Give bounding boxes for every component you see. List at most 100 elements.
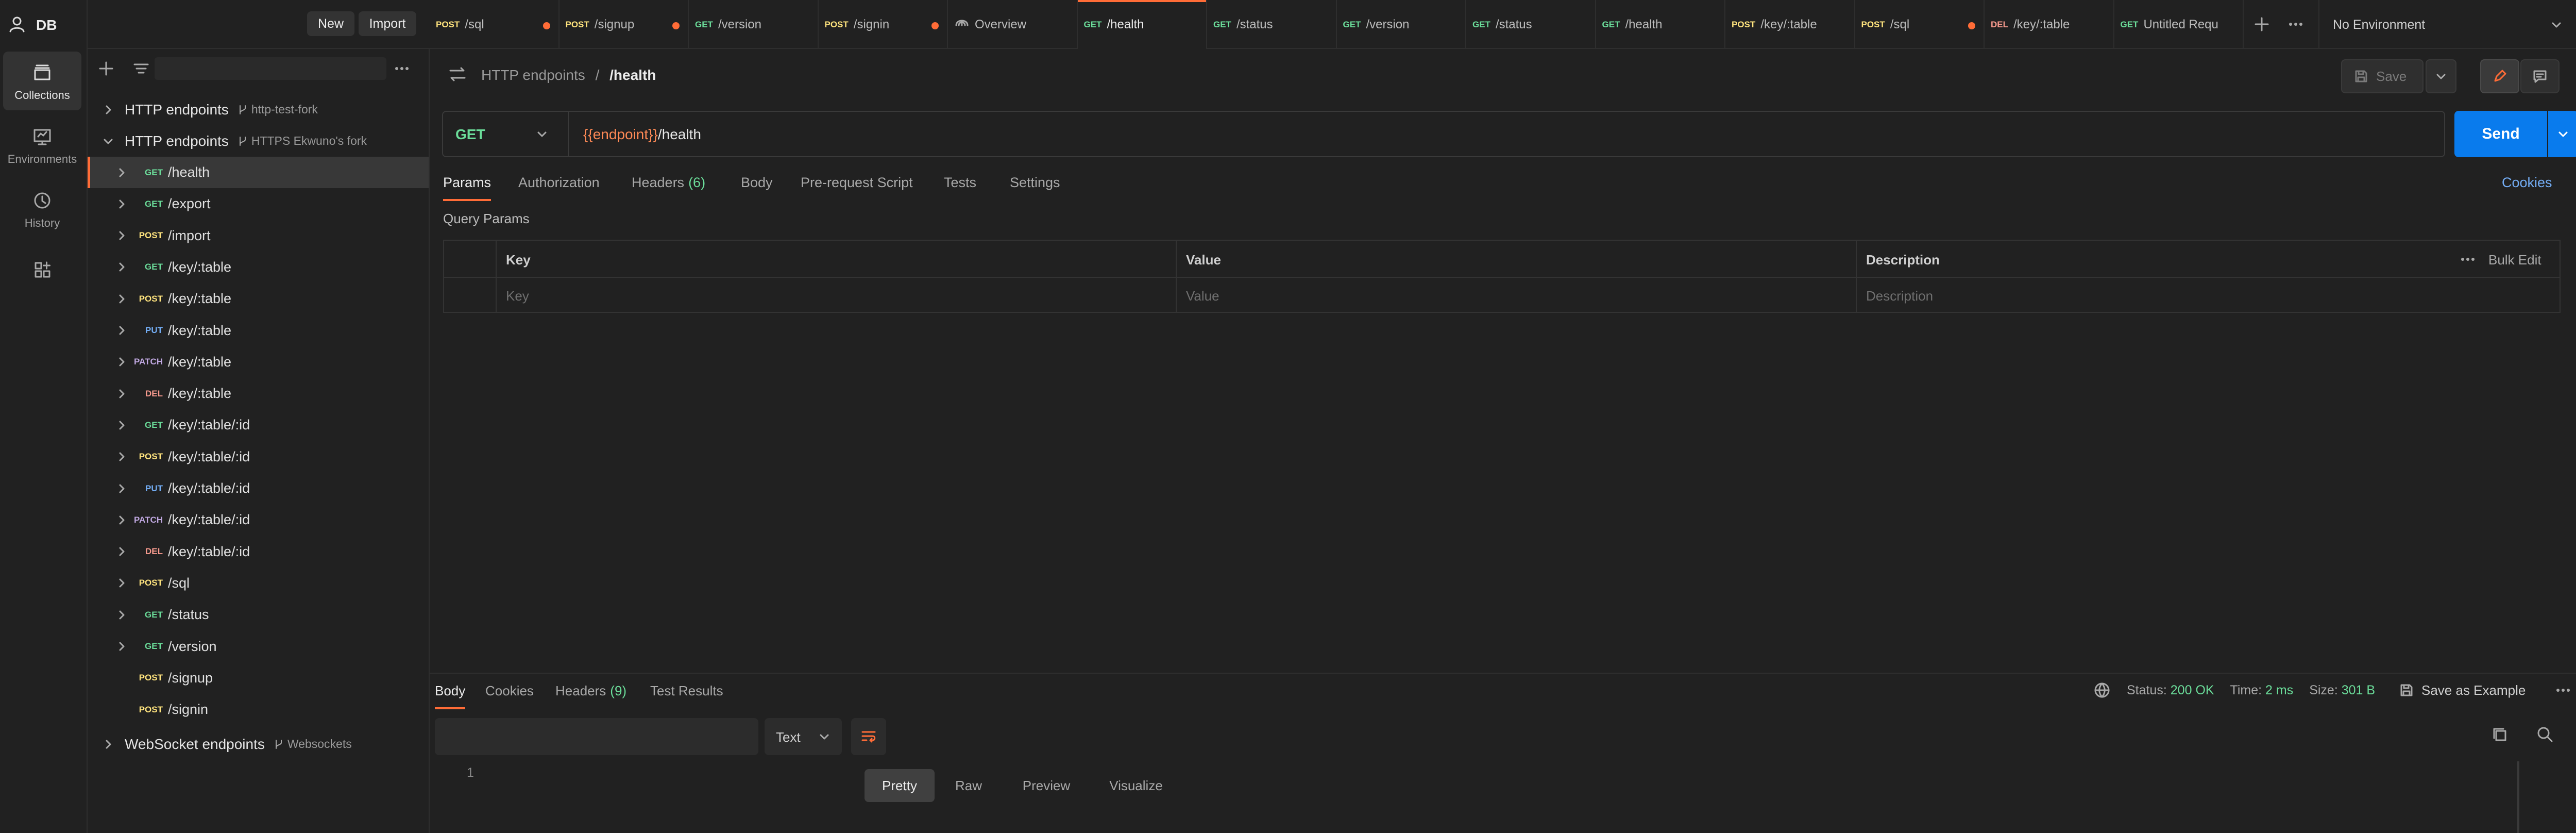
- response-tab-body[interactable]: Body: [435, 683, 466, 709]
- tab-request[interactable]: GET/status: [1207, 0, 1337, 49]
- globe-icon[interactable]: [2093, 681, 2111, 699]
- search-icon[interactable]: [2535, 724, 2555, 745]
- time-value[interactable]: 2 ms: [2265, 683, 2293, 697]
- tab-request[interactable]: GET/health: [1077, 0, 1207, 49]
- rail-configure[interactable]: [3, 252, 81, 288]
- tab-options-button[interactable]: [2284, 13, 2307, 36]
- request-item[interactable]: POST/sql: [88, 568, 429, 599]
- save-options-button[interactable]: [2426, 59, 2456, 93]
- request-expander[interactable]: [115, 324, 128, 337]
- request-expander[interactable]: [115, 609, 128, 621]
- status-value[interactable]: 200 OK: [2171, 683, 2214, 697]
- request-item[interactable]: POST/key/:table/:id: [88, 441, 429, 473]
- description-input[interactable]: Description: [1866, 288, 1933, 304]
- copy-icon[interactable]: [2489, 724, 2510, 745]
- request-item[interactable]: GET/version: [88, 631, 429, 662]
- request-expander[interactable]: [115, 198, 128, 210]
- request-item[interactable]: GET/export: [88, 188, 429, 220]
- more-horizontal-icon[interactable]: [2459, 252, 2477, 266]
- request-expander[interactable]: [115, 640, 128, 653]
- tab-headers[interactable]: Headers (6): [632, 175, 705, 191]
- tab-request[interactable]: GET/health: [1596, 0, 1725, 49]
- request-item[interactable]: GET/key/:table: [88, 252, 429, 283]
- method-selector[interactable]: GET: [443, 112, 569, 156]
- edit-mode-button[interactable]: [2480, 59, 2519, 93]
- new-button[interactable]: New: [307, 11, 354, 36]
- request-expander[interactable]: [115, 545, 128, 558]
- rail-environments[interactable]: Environments: [3, 115, 81, 174]
- request-item[interactable]: DEL/key/:table: [88, 378, 429, 409]
- request-expander[interactable]: [115, 229, 128, 242]
- collection-row[interactable]: WebSocket endpoints Websockets: [88, 728, 429, 760]
- collection-row[interactable]: HTTP endpoints http-test-fork: [88, 94, 429, 125]
- request-item[interactable]: PUT/key/:table: [88, 315, 429, 346]
- response-tab-cookies[interactable]: Cookies: [485, 683, 534, 699]
- rail-history[interactable]: History: [3, 179, 81, 238]
- add-collection-button[interactable]: [96, 58, 116, 79]
- tab-overview[interactable]: Overview: [948, 0, 1078, 49]
- request-item[interactable]: PUT/key/:table/:id: [88, 473, 429, 504]
- cookies-link[interactable]: Cookies: [2502, 175, 2552, 191]
- rail-collections[interactable]: Collections: [3, 52, 81, 110]
- send-button[interactable]: Send: [2454, 111, 2547, 157]
- url-input[interactable]: {{endpoint}}/health: [583, 126, 701, 143]
- key-input[interactable]: Key: [506, 288, 529, 304]
- comment-mode-button[interactable]: [2520, 59, 2560, 93]
- save-as-example-button[interactable]: Save as Example: [2399, 681, 2526, 699]
- request-expander[interactable]: [115, 166, 128, 179]
- tab-request[interactable]: POST/signup: [560, 0, 689, 49]
- request-expander[interactable]: [115, 261, 128, 273]
- tab-authorization[interactable]: Authorization: [518, 175, 600, 191]
- tab-body[interactable]: Body: [741, 175, 773, 191]
- filter-button[interactable]: [131, 58, 151, 79]
- tab-request[interactable]: GET/version: [1337, 0, 1466, 49]
- response-tab-test-results[interactable]: Test Results: [650, 683, 723, 699]
- request-expander[interactable]: [115, 356, 128, 368]
- tab-request[interactable]: GET/version: [689, 0, 819, 49]
- request-expander[interactable]: [115, 577, 128, 589]
- search-input[interactable]: [155, 57, 386, 80]
- request-item[interactable]: PATCH/key/:table/:id: [88, 504, 429, 536]
- value-input[interactable]: Value: [1186, 288, 1219, 304]
- environment-selector[interactable]: No Environment: [2319, 0, 2576, 49]
- tab-request[interactable]: DEL/key/:table: [1985, 0, 2114, 49]
- request-item[interactable]: POST/signin: [88, 694, 429, 725]
- tab-request[interactable]: GET/status: [1466, 0, 1596, 49]
- request-item[interactable]: GET/status: [88, 599, 429, 630]
- response-body[interactable]: [492, 761, 2519, 833]
- request-item[interactable]: GET/health: [88, 157, 429, 188]
- more-options-button[interactable]: [392, 58, 412, 79]
- tab-request[interactable]: POST/signin: [819, 0, 948, 49]
- import-button[interactable]: Import: [359, 11, 416, 36]
- tab-request[interactable]: GET Untitled Requ: [2114, 0, 2244, 49]
- request-item[interactable]: POST/import: [88, 220, 429, 252]
- request-expander[interactable]: [115, 514, 128, 526]
- size-value[interactable]: 301 B: [2342, 683, 2375, 697]
- request-expander[interactable]: [115, 482, 128, 495]
- send-options-button[interactable]: [2548, 111, 2576, 157]
- request-item[interactable]: POST/key/:table: [88, 283, 429, 314]
- request-expander[interactable]: [115, 293, 128, 305]
- new-tab-button[interactable]: [2250, 13, 2273, 36]
- request-expander[interactable]: [115, 419, 128, 431]
- tab-params[interactable]: Params: [443, 175, 492, 201]
- tab-tests[interactable]: Tests: [944, 175, 976, 191]
- request-item[interactable]: PATCH/key/:table: [88, 346, 429, 378]
- wrap-lines-button[interactable]: [851, 718, 886, 755]
- bulk-edit-button[interactable]: Bulk Edit: [2488, 252, 2541, 268]
- tab-request[interactable]: POST/key/:table: [1725, 0, 1855, 49]
- breadcrumb-parent[interactable]: HTTP endpoints: [481, 67, 585, 83]
- request-item[interactable]: POST/signup: [88, 662, 429, 694]
- request-expander[interactable]: [115, 451, 128, 463]
- more-horizontal-icon[interactable]: [2554, 684, 2572, 696]
- tab-request[interactable]: POST/sql: [1855, 0, 1985, 49]
- request-item[interactable]: GET/key/:table/:id: [88, 409, 429, 441]
- request-item[interactable]: DEL/key/:table/:id: [88, 536, 429, 568]
- save-button[interactable]: Save: [2341, 59, 2424, 93]
- tab-settings[interactable]: Settings: [1010, 175, 1060, 191]
- collection-row[interactable]: HTTP endpoints HTTPS Ekwuno's fork: [88, 125, 429, 157]
- request-expander[interactable]: [115, 388, 128, 400]
- format-selector[interactable]: Text: [765, 718, 842, 755]
- tab-pre-request-script[interactable]: Pre-request Script: [801, 175, 913, 191]
- tab-request[interactable]: POST/sql: [430, 0, 560, 49]
